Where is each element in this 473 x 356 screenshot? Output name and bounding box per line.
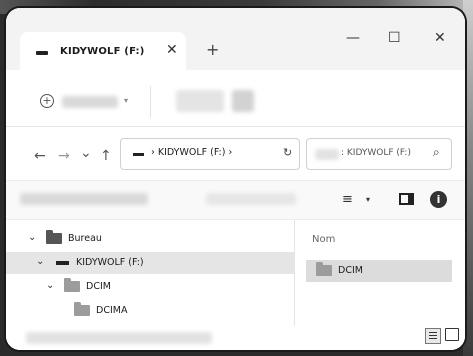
search-box[interactable]: : KIDYWOLF (F:) ⌕ bbox=[306, 138, 452, 170]
maximize-button[interactable]: ☐ bbox=[388, 30, 401, 46]
new-icon[interactable]: + bbox=[40, 94, 54, 108]
tree-item-dcima[interactable]: DCIMA bbox=[6, 300, 294, 322]
recent-locations-icon[interactable]: ⌄ bbox=[80, 145, 92, 161]
status-bar bbox=[6, 326, 465, 350]
chevron-down-icon[interactable]: ▾ bbox=[124, 96, 128, 105]
search-icon[interactable]: ⌕ bbox=[433, 145, 440, 160]
drive-icon bbox=[133, 153, 144, 156]
status-blurred-text bbox=[26, 332, 212, 344]
forward-arrow-icon[interactable]: → bbox=[58, 148, 70, 164]
breadcrumb-separator: › bbox=[151, 147, 155, 158]
tree-item-label: Bureau bbox=[68, 233, 102, 244]
viewbar-blurred-actions[interactable] bbox=[20, 193, 148, 205]
address-bar[interactable]: › KIDYWOLF (F:) › ↻ bbox=[120, 138, 300, 170]
drive-icon bbox=[56, 261, 69, 265]
view-bar bbox=[6, 180, 465, 220]
chevron-down-icon[interactable]: ⌄ bbox=[46, 280, 54, 291]
chevron-down-icon[interactable]: ▾ bbox=[366, 195, 370, 204]
address-path[interactable]: › KIDYWOLF (F:) › bbox=[151, 147, 232, 158]
info-icon[interactable]: i bbox=[430, 191, 447, 208]
drive-icon bbox=[36, 51, 48, 55]
tab-title: KIDYWOLF (F:) bbox=[60, 46, 145, 57]
new-button-blurred-label[interactable] bbox=[62, 96, 118, 108]
search-blurred-prefix bbox=[315, 149, 339, 160]
folder-icon bbox=[316, 262, 332, 276]
search-placeholder: : KIDYWOLF (F:) bbox=[341, 148, 411, 158]
tree-item-dcim[interactable]: ⌄ DCIM bbox=[6, 276, 294, 298]
toolbar-divider bbox=[150, 86, 151, 118]
folder-icon bbox=[74, 302, 90, 316]
breadcrumb-drive[interactable]: KIDYWOLF (F:) bbox=[158, 147, 226, 158]
file-explorer-window: KIDYWOLF (F:) ✕ + — ☐ ✕ + ▾ ← → ⌄ ↑ › KI… bbox=[6, 8, 465, 350]
chevron-down-icon[interactable]: ⌄ bbox=[28, 232, 36, 243]
tab-kidywolf[interactable]: KIDYWOLF (F:) ✕ bbox=[20, 32, 186, 72]
details-view-icon[interactable] bbox=[425, 328, 441, 344]
viewbar-blurred-actions[interactable] bbox=[206, 193, 296, 205]
new-tab-button[interactable]: + bbox=[206, 40, 219, 59]
tree-item-bureau[interactable]: ⌄ Bureau bbox=[6, 228, 294, 250]
folder-icon bbox=[46, 230, 62, 244]
command-bar: + ▾ bbox=[6, 70, 465, 127]
minimize-button[interactable]: — bbox=[346, 30, 360, 46]
folder-icon bbox=[64, 278, 80, 292]
title-bar: KIDYWOLF (F:) ✕ + — ☐ ✕ bbox=[6, 8, 465, 72]
tree-item-kidywolf[interactable]: ⌄ KIDYWOLF (F:) bbox=[6, 252, 294, 274]
large-icons-view-icon[interactable] bbox=[445, 328, 459, 341]
toolbar-blurred-action[interactable] bbox=[232, 90, 254, 112]
breadcrumb-separator[interactable]: › bbox=[229, 147, 233, 158]
column-header-name[interactable]: Nom bbox=[312, 234, 335, 245]
list-item[interactable]: DCIM bbox=[306, 260, 452, 282]
tab-close-icon[interactable]: ✕ bbox=[166, 42, 178, 58]
back-arrow-icon[interactable]: ← bbox=[34, 148, 46, 164]
refresh-icon[interactable]: ↻ bbox=[283, 146, 292, 159]
toolbar-blurred-action[interactable] bbox=[176, 90, 224, 112]
tree-item-label: KIDYWOLF (F:) bbox=[76, 257, 144, 268]
tree-item-label: DCIM bbox=[86, 281, 111, 292]
close-button[interactable]: ✕ bbox=[434, 30, 446, 46]
tree-item-label: DCIMA bbox=[96, 305, 128, 316]
up-arrow-icon[interactable]: ↑ bbox=[100, 148, 112, 164]
details-pane-icon[interactable] bbox=[399, 193, 414, 205]
chevron-down-icon[interactable]: ⌄ bbox=[36, 256, 44, 267]
sort-icon[interactable]: ≡ bbox=[342, 192, 353, 207]
file-name: DCIM bbox=[338, 265, 363, 276]
